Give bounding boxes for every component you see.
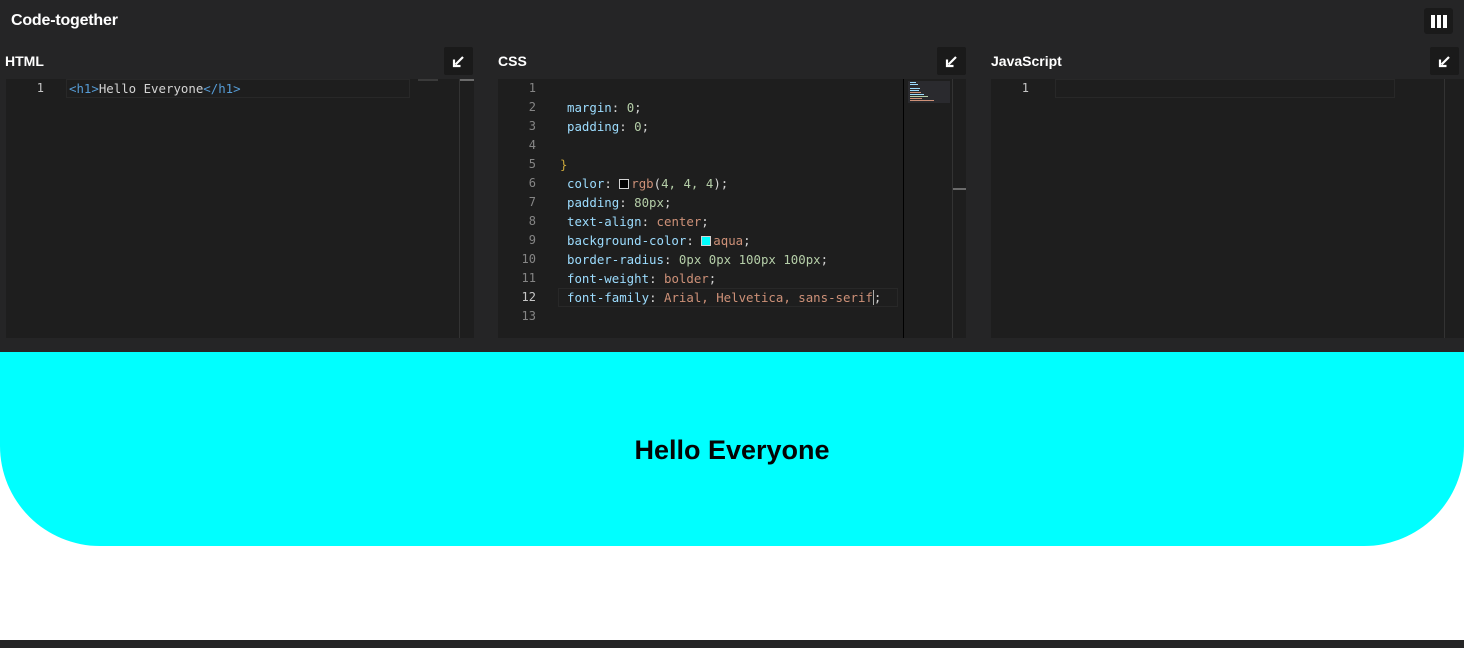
- arrow-down-left-icon: [1438, 55, 1450, 67]
- html-pane-title: HTML: [5, 53, 44, 69]
- current-line-highlight: [1055, 79, 1395, 98]
- line-number: 3: [528, 119, 536, 133]
- scrollbar-thumb[interactable]: [460, 79, 474, 81]
- css-value: 80px: [634, 195, 664, 210]
- line-number: 1: [528, 81, 536, 95]
- css-property: background-color: [567, 233, 687, 248]
- code-line-5: }: [560, 157, 568, 172]
- javascript-collapse-button[interactable]: [1430, 47, 1459, 75]
- arrow-down-left-icon: [945, 55, 957, 67]
- css-property: padding: [567, 119, 620, 134]
- html-open-tag: <h1>: [69, 81, 99, 96]
- code-line-7: padding: 80px;: [567, 195, 672, 210]
- html-text: Hello Everyone: [98, 81, 204, 96]
- preview-heading: Hello Everyone: [634, 434, 830, 465]
- css-value: aqua: [713, 233, 744, 248]
- css-pane: CSS 1 2 3 4 5 6 7 8 9 10 11 12 13 margin…: [493, 44, 973, 352]
- vertical-scrollbar[interactable]: [952, 79, 966, 338]
- code-line-6: color: rgb(4, 4, 4);: [567, 176, 729, 191]
- line-number: 10: [521, 252, 536, 266]
- vertical-scrollbar[interactable]: [1444, 79, 1458, 338]
- css-property: border-radius: [567, 252, 664, 267]
- css-pane-title: CSS: [498, 53, 527, 69]
- top-bar: Code-together: [0, 0, 1464, 44]
- code-line-2: margin: 0;: [567, 100, 642, 115]
- css-property: padding: [567, 195, 620, 210]
- code-line-3: padding: 0;: [567, 119, 650, 134]
- line-number: 13: [521, 309, 536, 323]
- html-collapse-button[interactable]: [444, 47, 473, 75]
- css-collapse-button[interactable]: [937, 47, 966, 75]
- line-number: 6: [528, 176, 536, 190]
- css-property: margin: [567, 100, 612, 115]
- html-pane-header: HTML: [0, 44, 480, 79]
- minimap[interactable]: [418, 79, 438, 81]
- color-swatch[interactable]: [619, 179, 630, 189]
- css-args: 4, 4, 4: [661, 176, 714, 191]
- code-line-11: font-weight: bolder;: [567, 271, 717, 286]
- line-number: 1: [1021, 81, 1029, 95]
- line-number: 1: [36, 81, 44, 95]
- vertical-scrollbar[interactable]: [459, 79, 474, 338]
- line-number: 2: [528, 100, 536, 114]
- html-close-tag: </h1>: [203, 81, 241, 96]
- editor-panel: HTML 1 <h1>Hello Everyone</h1> CSS 1 2 3…: [0, 44, 1464, 352]
- html-pane: HTML 1 <h1>Hello Everyone</h1>: [0, 44, 480, 352]
- css-value: center: [656, 214, 702, 229]
- line-number: 9: [528, 233, 536, 247]
- css-value: bolder: [663, 271, 709, 286]
- preview-output: Hello Everyone: [0, 352, 1464, 546]
- css-value: 0px 0px 100px 100px: [678, 252, 821, 267]
- color-swatch[interactable]: [701, 236, 712, 246]
- app-title: Code-together: [11, 12, 118, 29]
- css-function: rgb: [631, 176, 654, 191]
- css-property: text-align: [567, 214, 642, 229]
- code-line-1: <h1>Hello Everyone</h1>: [69, 79, 241, 98]
- arrow-down-left-icon: [452, 55, 464, 67]
- javascript-pane-header: JavaScript: [986, 44, 1464, 79]
- css-value: Arial, Helvetica, sans-serif: [663, 290, 873, 305]
- javascript-editor[interactable]: 1: [991, 79, 1464, 338]
- minimap-divider: [903, 79, 904, 338]
- line-number: 8: [528, 214, 536, 228]
- line-number: 4: [528, 138, 536, 152]
- javascript-pane-title: JavaScript: [991, 53, 1062, 69]
- css-property: font-family: [567, 290, 650, 305]
- code-line-9: background-color: aqua;: [567, 233, 751, 248]
- code-line-10: border-radius: 0px 0px 100px 100px;: [567, 252, 829, 267]
- code-line-8: text-align: center;: [567, 214, 709, 229]
- css-editor[interactable]: 1 2 3 4 5 6 7 8 9 10 11 12 13 margin: 0;…: [498, 79, 966, 338]
- scrollbar-thumb[interactable]: [953, 188, 966, 190]
- minimap[interactable]: [908, 81, 950, 103]
- css-pane-header: CSS: [493, 44, 973, 79]
- line-number: 5: [528, 157, 536, 171]
- layout-toggle-button[interactable]: [1424, 8, 1453, 34]
- line-number: 7: [528, 195, 536, 209]
- line-number: 11: [521, 271, 536, 285]
- css-value: 0: [634, 119, 642, 134]
- code-line-12: font-family: Arial, Helvetica, sans-seri…: [567, 290, 882, 305]
- css-property: font-weight: [567, 271, 650, 286]
- css-property: color: [567, 176, 605, 191]
- bottom-bar: [0, 640, 1464, 648]
- javascript-pane: JavaScript 1: [986, 44, 1464, 352]
- html-editor[interactable]: 1 <h1>Hello Everyone</h1>: [6, 79, 474, 338]
- line-number: 12: [521, 290, 536, 304]
- columns-icon: [1430, 14, 1447, 28]
